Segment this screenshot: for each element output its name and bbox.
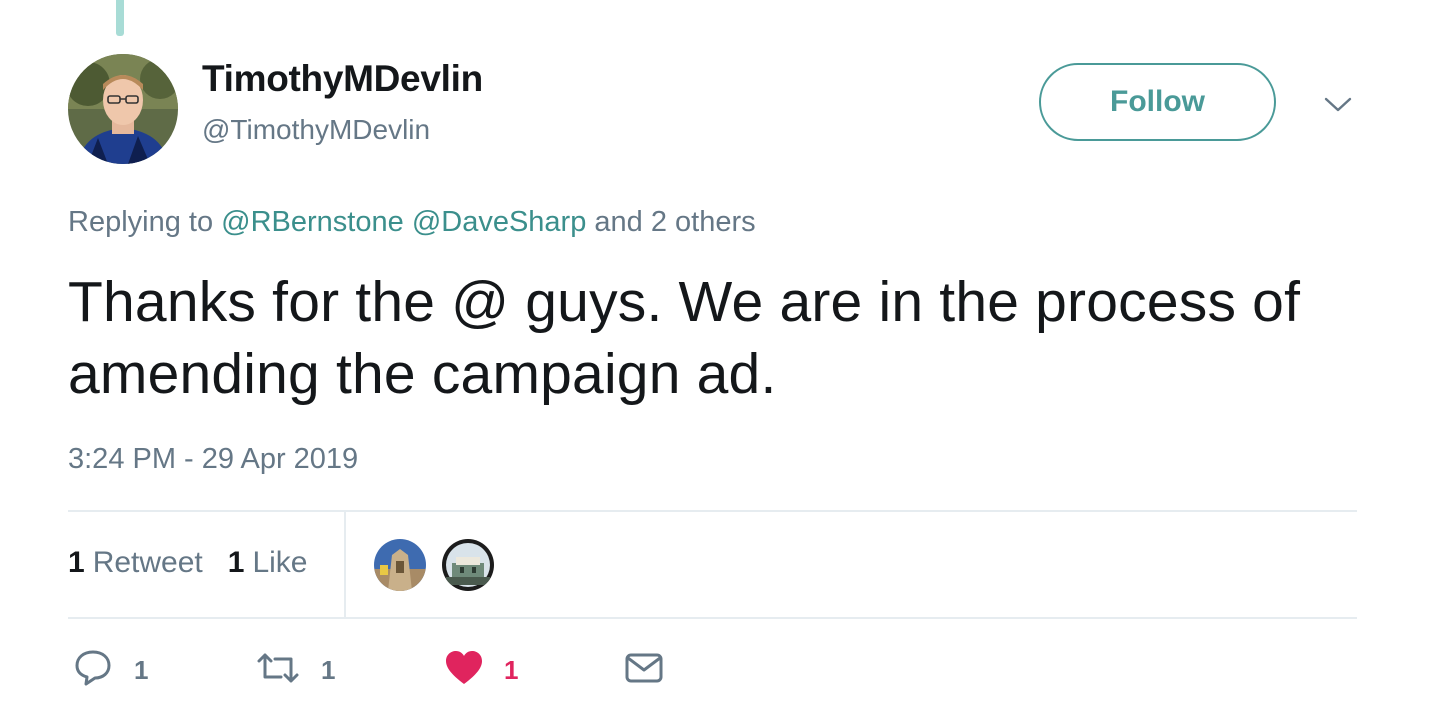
reply-button[interactable]: 1 <box>72 648 148 692</box>
author-handle[interactable]: @TimothyMDevlin <box>202 114 430 146</box>
like-button[interactable]: 1 <box>444 648 518 692</box>
like-count: 1 <box>504 654 519 685</box>
reply-context-others[interactable]: and 2 others <box>594 206 755 238</box>
liker-avatar[interactable] <box>372 537 428 593</box>
engagement-stats: 1 Retweet 1 Like <box>68 546 307 580</box>
tweet-page: TimothyMDevlin @TimothyMDevlin Follow Re… <box>0 0 1430 722</box>
direct-message-button[interactable] <box>624 648 664 692</box>
likes-label: Like <box>252 546 308 579</box>
author-display-name[interactable]: TimothyMDevlin <box>202 58 483 100</box>
divider <box>68 510 1357 512</box>
tweet-text: Thanks for the @ guys. We are in the pro… <box>68 270 1301 406</box>
retweet-count: 1 <box>321 654 336 685</box>
likes-stat[interactable]: 1 Like <box>228 546 308 580</box>
author-avatar[interactable] <box>68 54 178 164</box>
chevron-down-icon[interactable] <box>1320 90 1356 120</box>
mail-icon <box>624 650 664 691</box>
reply-context: Replying to @RBernstone @DaveSharp and 2… <box>68 206 756 239</box>
reply-icon <box>72 647 114 694</box>
liker-avatars <box>372 537 496 593</box>
mention-link[interactable]: @RBernstone <box>221 206 404 238</box>
divider <box>68 617 1357 619</box>
follow-button[interactable]: Follow <box>1039 63 1276 141</box>
divider <box>344 512 346 617</box>
retweets-count: 1 <box>68 546 85 579</box>
likes-count: 1 <box>227 546 245 579</box>
retweet-icon <box>255 647 301 694</box>
retweet-button[interactable]: 1 <box>255 648 335 692</box>
heart-icon <box>444 649 484 692</box>
reply-context-prefix: Replying to <box>68 206 214 238</box>
thread-connector-line <box>116 0 124 36</box>
retweets-stat[interactable]: 1 Retweet <box>68 546 203 580</box>
tweet-timestamp[interactable]: 3:24 PM - 29 Apr 2019 <box>68 443 358 476</box>
mention-link[interactable]: @DaveSharp <box>412 206 587 238</box>
liker-avatar[interactable] <box>440 537 496 593</box>
reply-count: 1 <box>134 654 149 685</box>
retweets-label: Retweet <box>92 546 203 579</box>
tweet-actions: 1 1 1 <box>72 648 672 692</box>
